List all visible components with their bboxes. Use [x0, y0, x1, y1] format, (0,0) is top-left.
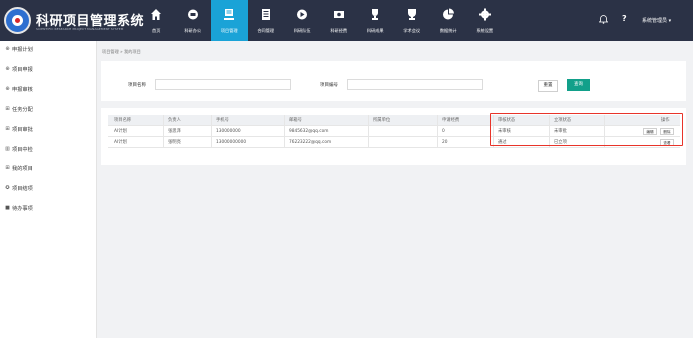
plus-circle-icon: ⊕ — [5, 46, 10, 52]
grid-icon: ⊞ — [5, 126, 10, 132]
bar-chart-icon: ▥ — [5, 146, 10, 152]
nav-statistics[interactable]: 数据统计 — [430, 0, 467, 41]
project-icon — [224, 9, 234, 20]
breadcrumb: 项目管理 » 我的项目 — [102, 49, 141, 55]
office-icon — [187, 9, 198, 20]
top-navbar: 科研项目管理系统 SCIENTIFIC RESEARCH PROJECT MAN… — [0, 0, 693, 41]
col-name: 项目名称 — [114, 118, 132, 123]
cell-funds: 0 — [442, 129, 445, 134]
nav-contract[interactable]: 合同管理 — [248, 0, 285, 41]
nav-funds[interactable]: 科研经费 — [321, 0, 358, 41]
sidebar-item-assign[interactable]: ⊞ 任务分配 — [5, 106, 32, 114]
col-owner: 负责人 — [168, 118, 181, 123]
column-divider — [284, 115, 285, 148]
column-divider — [437, 115, 438, 148]
breadcrumb-separator: » — [120, 49, 123, 54]
nav-home[interactable]: 首页 — [138, 0, 175, 41]
cell-email: 9845632@qq.com — [289, 129, 329, 134]
sidebar-item-review[interactable]: ⊕ 申报审核 — [5, 86, 32, 94]
cell-phone: 13000000000 — [216, 140, 247, 145]
chart-icon — [443, 8, 454, 20]
conference-icon — [407, 9, 416, 20]
team-icon — [297, 9, 307, 20]
nav-team[interactable]: 科研队伍 — [284, 0, 321, 41]
plus-circle-icon: ⊕ — [5, 66, 10, 72]
search-panel: 项目名称 项目编号 重置 查询 — [101, 61, 686, 101]
cell-email: 76223222@qq.com — [289, 140, 332, 145]
cell-funds: 20 — [442, 140, 448, 145]
cell-owner: 张明亮 — [168, 140, 181, 145]
cell-owner: 张思泽 — [168, 129, 181, 134]
cell-name: AI计划 — [114, 129, 127, 134]
column-divider — [368, 115, 369, 148]
nav-settings[interactable]: 系统设置 — [467, 0, 504, 41]
column-divider — [163, 115, 164, 148]
nav-achievements[interactable]: 科研成果 — [357, 0, 394, 41]
trophy-icon — [372, 9, 378, 20]
reset-button[interactable]: 重置 — [538, 80, 558, 92]
logo-icon — [4, 7, 31, 34]
query-button[interactable]: 查询 — [567, 79, 590, 91]
gear-icon — [478, 8, 491, 21]
breadcrumb-current: 我的项目 — [124, 49, 141, 54]
project-code-input[interactable] — [347, 79, 483, 90]
col-unit: 所属单位 — [373, 118, 391, 123]
contract-icon — [261, 9, 270, 20]
col-email: 邮箱号 — [289, 118, 302, 123]
sidebar-item-plan[interactable]: ⊕ 申报计划 — [5, 46, 32, 54]
main-nav: 首页 科研办公 项目管理 合同管理 科研队伍 科研经费 科研成果 学术会议 数据… — [138, 0, 503, 41]
nav-conference[interactable]: 学术会议 — [394, 0, 431, 41]
home-icon — [151, 9, 161, 20]
grid-icon: ⊞ — [5, 165, 10, 171]
app-subtitle: SCIENTIFIC RESEARCH PROJECT MANAGEMENT S… — [36, 27, 124, 31]
sidebar-item-midcheck[interactable]: ▥ 项目中检 — [5, 146, 33, 154]
cell-phone: 130000000 — [216, 129, 241, 134]
col-phone: 手机号 — [216, 118, 229, 123]
nav-office[interactable]: 科研办公 — [175, 0, 212, 41]
status-highlight-box — [490, 113, 683, 146]
col-funds: 申请经费 — [442, 118, 460, 123]
column-divider — [211, 115, 212, 148]
sidebar-item-my-projects[interactable]: ⊞ 我的项目 — [5, 165, 32, 173]
nav-project[interactable]: 项目管理 — [211, 0, 248, 41]
badge-icon: ✪ — [5, 185, 10, 191]
square-icon: ■ — [5, 205, 10, 211]
funds-icon — [333, 11, 344, 18]
user-menu[interactable]: 系统管理员 ▾ — [642, 17, 671, 24]
project-name-label: 项目名称 — [128, 83, 146, 88]
project-code-label: 项目编号 — [320, 83, 338, 88]
help-icon[interactable]: ? — [622, 14, 627, 23]
project-name-input[interactable] — [155, 79, 291, 90]
sidebar-item-approval[interactable]: ⊞ 项目审批 — [5, 126, 32, 134]
sidebar-item-closure[interactable]: ✪ 项目结项 — [5, 185, 32, 193]
grid-icon: ⊞ — [5, 106, 10, 112]
sidebar-item-apply[interactable]: ⊕ 项目申报 — [5, 66, 32, 74]
plus-circle-icon: ⊕ — [5, 86, 10, 92]
sidebar: ⊕ 申报计划 ⊕ 项目申报 ⊕ 申报审核 ⊞ 任务分配 ⊞ 项目审批 ▥ 项目中检 ⊞ 我的项… — [0, 41, 97, 338]
bell-icon[interactable] — [599, 15, 608, 24]
sidebar-item-todo[interactable]: ■ 待办事项 — [5, 205, 33, 213]
breadcrumb-parent[interactable]: 项目管理 — [102, 49, 119, 54]
cell-name: AI计划 — [114, 140, 127, 145]
